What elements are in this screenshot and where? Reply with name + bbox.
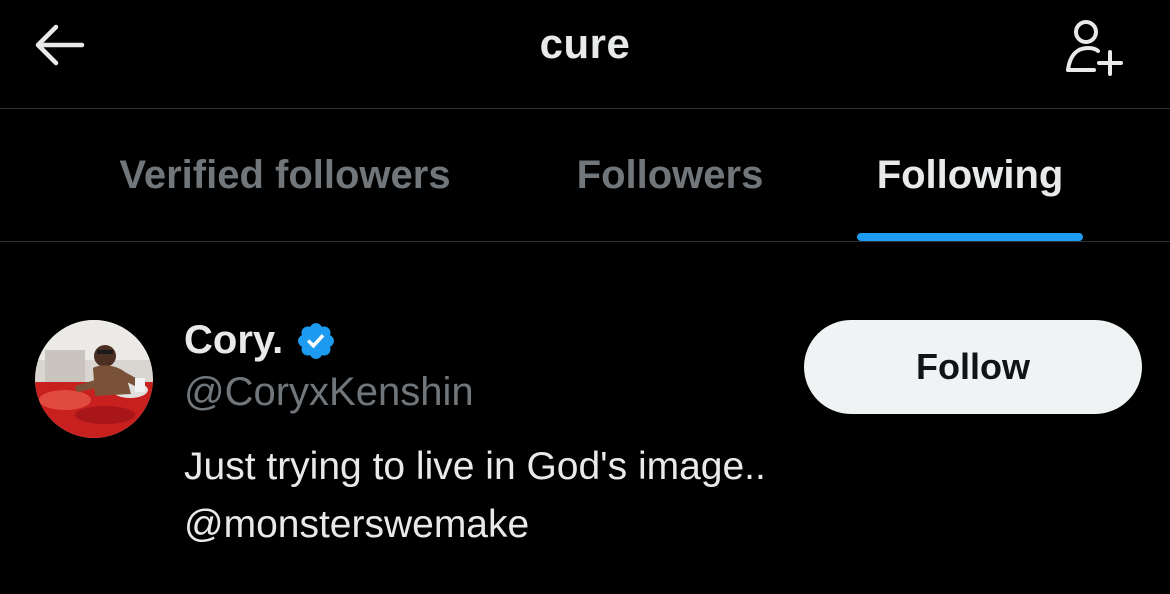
follow-button[interactable]: Follow	[804, 320, 1142, 414]
add-user-button[interactable]	[1050, 8, 1134, 84]
tab-verified-followers[interactable]: Verified followers	[90, 109, 480, 241]
tab-following[interactable]: Following	[857, 109, 1083, 241]
bio-text: Just trying to live in God's image..	[184, 445, 766, 488]
bio-mention-link[interactable]: @monsterswemake	[184, 496, 766, 554]
add-user-icon	[1066, 20, 1123, 76]
user-bio: Just trying to live in God's image.. @mo…	[184, 438, 766, 554]
active-tab-indicator	[857, 233, 1083, 241]
display-name: Cory.	[184, 318, 284, 362]
tab-followers[interactable]: Followers	[560, 109, 780, 241]
top-bar: cure	[0, 0, 1170, 109]
user-name-link[interactable]: Cory.	[184, 318, 337, 363]
user-list-item[interactable]: Cory. @CoryxKenshin Just trying to live …	[0, 242, 1170, 594]
verified-badge-icon	[298, 322, 335, 359]
user-handle[interactable]: @CoryxKenshin	[184, 370, 474, 415]
tab-bar: Verified followers Followers Following	[0, 109, 1170, 242]
avatar[interactable]	[35, 320, 153, 438]
avatar-image	[35, 320, 153, 438]
page-title: cure	[539, 20, 631, 67]
